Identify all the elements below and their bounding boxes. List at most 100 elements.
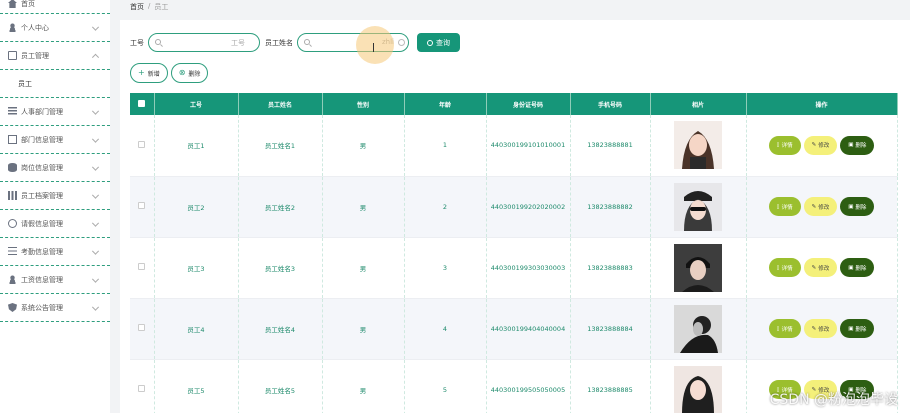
edit-button[interactable]: ✎ 修改 (803, 319, 838, 338)
edit-label: 修改 (818, 265, 830, 272)
search-icon (427, 39, 433, 46)
add-button[interactable]: + 新增 (130, 63, 168, 83)
detail-button[interactable]: ▯ 详情 (768, 135, 801, 155)
sidebar-item-label: 岗位信息管理 (21, 163, 63, 172)
pencil-icon: ✎ (811, 142, 817, 149)
cell-idcard: 440300199404040004 (486, 298, 571, 360)
sidebar-item-dept-info[interactable]: 部门信息管理 (0, 126, 110, 154)
pencil-icon: ✎ (811, 203, 817, 210)
sidebar-item-notice[interactable]: 系统公告管理 (0, 294, 110, 322)
table-header-row: 工号 员工姓名 性别 年龄 身份证号码 手机号码 相片 操作 (130, 93, 898, 115)
row-checkbox[interactable] (138, 385, 146, 392)
table-row: 员工2 员工姓名2 男 2 440300199202020002 1382388… (130, 176, 898, 238)
cell-phone: 13823888883 (570, 237, 651, 299)
delete-button[interactable]: ▣ 删除 (840, 197, 875, 216)
cell-employee-id: 员工5 (154, 359, 239, 413)
cell-employee-name: 员工姓名4 (238, 298, 323, 360)
cell-age: 5 (404, 359, 487, 413)
cell-idcard: 440300199101010001 (486, 115, 571, 177)
clear-icon[interactable] (398, 39, 405, 46)
cursor-highlight (356, 26, 394, 64)
delete-label: 删除 (855, 326, 867, 333)
box-icon (8, 51, 17, 60)
search-bar: 工号 工号 员工姓名 zhli 查询 (130, 33, 460, 52)
add-button-label: 新增 (147, 70, 160, 78)
edit-button[interactable]: ✎ 修改 (803, 258, 838, 277)
delete-button[interactable]: ▣ 删除 (840, 319, 875, 338)
search-icon (155, 39, 161, 45)
employee-id-input[interactable]: 工号 (148, 33, 260, 52)
bars-icon (8, 191, 17, 200)
detail-button[interactable]: ▯ 详情 (768, 319, 801, 338)
cell-age: 2 (404, 176, 487, 238)
sidebar-item-archive[interactable]: 员工档案管理 (0, 182, 110, 210)
sidebar-item-position[interactable]: 岗位信息管理 (0, 154, 110, 182)
delete-button[interactable]: ▣ 删除 (840, 135, 875, 155)
batch-delete-button[interactable]: ⊗ 删除 (170, 63, 209, 83)
sidebar: 首页 个人中心 员工管理 员工 人事部门管理 部门信息管理 岗位信息管理 员工档… (0, 0, 110, 413)
cell-phone: 13823888881 (570, 115, 651, 177)
cell-gender: 男 (322, 359, 405, 413)
plus-icon: + (138, 68, 145, 77)
delete-label: 删除 (855, 265, 867, 272)
cell-age: 1 (404, 115, 487, 177)
select-all-checkbox[interactable] (130, 93, 155, 115)
search-icon (304, 39, 310, 45)
row-checkbox[interactable] (138, 140, 146, 148)
cell-idcard: 440300199505050005 (486, 359, 571, 413)
delete-label: 删除 (855, 204, 867, 211)
sidebar-item-label: 部门信息管理 (21, 135, 63, 144)
trash-icon: ▣ (848, 264, 854, 271)
list-icon (8, 107, 17, 116)
cell-phone: 13823888885 (570, 359, 651, 413)
table-row: 员工1 员工姓名1 男 1 440300199101010001 1382388… (130, 115, 898, 177)
user-icon (8, 275, 17, 284)
sidebar-item-profile[interactable]: 个人中心 (0, 14, 110, 42)
column-header: 工号 (154, 93, 239, 115)
edit-label: 修改 (818, 326, 830, 333)
edit-label: 修改 (818, 204, 830, 211)
sidebar-item-attendance[interactable]: 考勤信息管理 (0, 238, 110, 266)
sidebar-item-salary[interactable]: 工资信息管理 (0, 266, 110, 294)
sidebar-item-label: 请假信息管理 (21, 219, 63, 228)
pencil-icon: ✎ (811, 264, 817, 271)
cell-employee-id: 员工4 (154, 298, 239, 360)
cell-phone: 13823888882 (570, 176, 651, 238)
delete-button[interactable]: ▣ 删除 (840, 258, 875, 277)
sidebar-item-leave[interactable]: 请假信息管理 (0, 210, 110, 238)
cell-employee-name: 员工姓名2 (238, 176, 323, 238)
sidebar-subitem-employee[interactable]: 员工 (0, 70, 110, 98)
sidebar-item-hr-dept[interactable]: 人事部门管理 (0, 98, 110, 126)
edit-button[interactable]: ✎ 修改 (803, 197, 838, 216)
row-checkbox[interactable] (138, 202, 146, 209)
row-checkbox[interactable] (138, 324, 146, 331)
chevron-down-icon (91, 191, 100, 199)
cell-gender: 男 (322, 298, 405, 360)
chevron-down-icon (91, 163, 100, 171)
watermark: CSDN @粉泡泡毕设 (769, 392, 898, 408)
chevron-down-icon (91, 219, 100, 227)
table-row: 员工3 员工姓名3 男 3 440300199303030003 1382388… (130, 237, 898, 299)
detail-label: 详情 (781, 326, 793, 333)
column-header: 相片 (650, 93, 747, 115)
file-icon: ▯ (776, 142, 780, 149)
slider-icon (8, 247, 17, 256)
text-cursor-icon (373, 43, 374, 52)
employee-photo (674, 121, 722, 170)
edit-button[interactable]: ✎ 修改 (803, 135, 838, 155)
app-root: 首页 个人中心 员工管理 员工 人事部门管理 部门信息管理 岗位信息管理 员工档… (0, 0, 910, 413)
cell-gender: 男 (322, 176, 405, 238)
detail-button[interactable]: ▯ 详情 (768, 197, 801, 216)
detail-label: 详情 (781, 204, 793, 211)
row-checkbox[interactable] (138, 263, 146, 270)
chevron-down-icon (91, 107, 100, 115)
detail-button[interactable]: ▯ 详情 (768, 258, 801, 277)
trash-icon: ▣ (848, 142, 854, 149)
sidebar-item-home[interactable]: 首页 (0, 0, 110, 14)
search-button[interactable]: 查询 (417, 33, 460, 52)
shield-icon (8, 303, 17, 312)
clock-icon (8, 219, 17, 228)
trash-icon: ⊗ (178, 68, 186, 77)
sidebar-item-employee[interactable]: 员工管理 (0, 42, 110, 70)
breadcrumb-home[interactable]: 首页 (130, 2, 144, 12)
